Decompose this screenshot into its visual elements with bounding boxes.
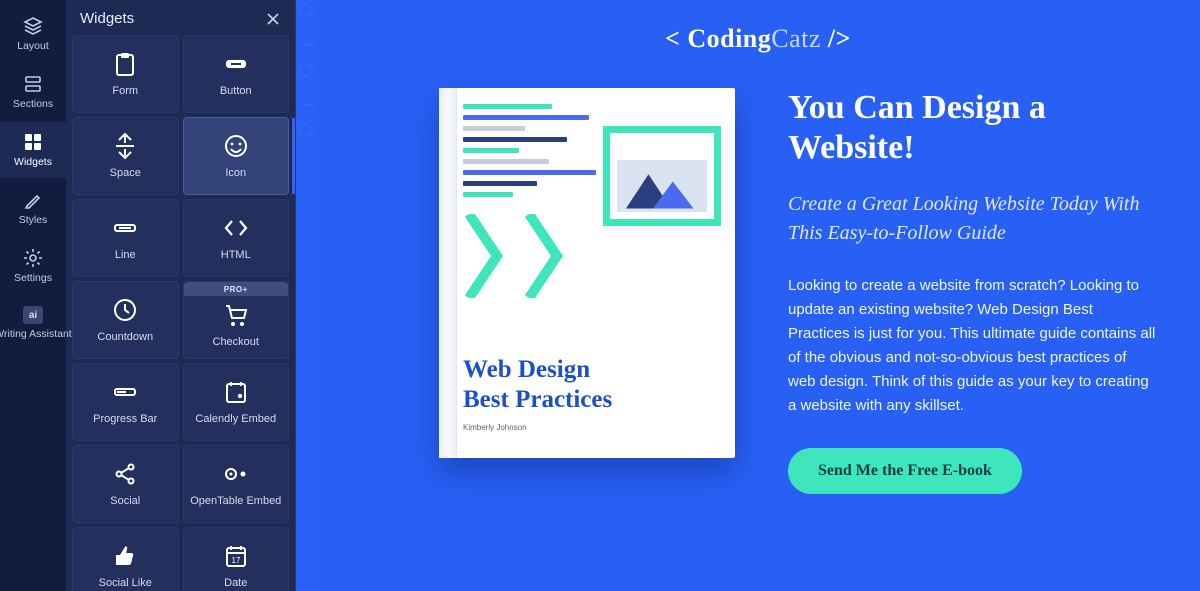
canvas[interactable]: < CodingCatz />: [296, 0, 1200, 591]
calendar-icon: [223, 543, 249, 569]
selection-indicator: [292, 118, 295, 194]
rail-label: Sections: [13, 98, 53, 110]
rail-item-widgets[interactable]: Widgets: [0, 122, 66, 178]
cta-button[interactable]: Send Me the Free E-book: [788, 448, 1022, 494]
widgets-grid: Form Button Space Icon Line: [66, 35, 295, 591]
rail-item-sections[interactable]: Sections: [0, 64, 66, 120]
widget-label: Social Like: [99, 577, 152, 589]
gear-icon: [23, 248, 43, 268]
smile-icon: [223, 133, 249, 159]
rail-item-settings[interactable]: Settings: [0, 238, 66, 294]
widget-label: Space: [110, 167, 141, 179]
widget-progress-bar[interactable]: Progress Bar: [72, 363, 179, 441]
line-icon: [112, 215, 138, 241]
pen-icon: [23, 190, 43, 210]
widget-label: Progress Bar: [93, 413, 157, 425]
widget-label: OpenTable Embed: [190, 495, 281, 507]
rail-label: Widgets: [14, 156, 52, 168]
brand-prefix: <: [665, 24, 687, 53]
headline: You Can Design a Website!: [788, 88, 1164, 168]
left-rail: Layout Sections Widgets Styles Settings …: [0, 0, 66, 591]
widget-date[interactable]: Date: [183, 527, 290, 591]
rail-label: Layout: [17, 40, 49, 52]
brand-part2: Catz: [771, 24, 821, 53]
widget-label: Countdown: [97, 331, 153, 343]
code-icon: [223, 215, 249, 241]
panel-header: Widgets: [66, 0, 295, 35]
widget-label: Calendly Embed: [195, 413, 276, 425]
ai-icon: ai: [23, 306, 43, 324]
widget-line[interactable]: Line: [72, 199, 179, 277]
book-mockup: Web DesignBest Practices Kimberly Johnso…: [439, 88, 735, 458]
body-copy: Looking to create a website from scratch…: [788, 274, 1158, 418]
sections-icon: [23, 74, 43, 94]
brand-suffix: />: [821, 24, 851, 53]
widget-countdown[interactable]: Countdown: [72, 281, 179, 359]
widget-opentable-embed[interactable]: OpenTable Embed: [183, 445, 290, 523]
clock-icon: [112, 297, 138, 323]
widget-label: Button: [220, 85, 252, 97]
button-icon: [223, 51, 249, 77]
widgets-panel: Widgets Form Button Space Icon: [66, 0, 296, 591]
book-author: Kimberly Johnson: [463, 423, 527, 432]
brand-logo: < CodingCatz />: [352, 24, 1164, 54]
widget-label: Form: [112, 85, 138, 97]
book-decor-bars: [463, 104, 611, 197]
pro-badge: PRO+: [184, 282, 289, 296]
widget-label: Date: [224, 577, 247, 589]
rail-item-styles[interactable]: Styles: [0, 180, 66, 236]
book-decor-window: [603, 126, 721, 226]
widgets-icon: [23, 132, 43, 152]
widget-space[interactable]: Space: [72, 117, 179, 195]
panel-title: Widgets: [80, 10, 134, 27]
space-icon: [112, 133, 138, 159]
widget-label: HTML: [221, 249, 251, 261]
book-column: Web DesignBest Practices Kimberly Johnso…: [432, 88, 742, 494]
book-spine: [439, 88, 457, 458]
widget-label: Line: [115, 249, 136, 261]
text-column: You Can Design a Website! Create a Great…: [788, 88, 1164, 494]
widget-calendly-embed[interactable]: Calendly Embed: [183, 363, 290, 441]
widget-checkout[interactable]: PRO+ Checkout: [183, 281, 290, 359]
rail-item-writing-assistant[interactable]: ai Writing Assistant: [0, 296, 66, 350]
rail-label: Writing Assistant: [0, 328, 72, 340]
widget-social-like[interactable]: Social Like: [72, 527, 179, 591]
widget-label: Checkout: [213, 336, 259, 348]
widget-button[interactable]: Button: [183, 35, 290, 113]
widget-label: Icon: [225, 167, 246, 179]
widget-icon[interactable]: Icon: [183, 117, 290, 195]
progress-icon: [112, 379, 138, 405]
share-icon: [112, 461, 138, 487]
widget-html[interactable]: HTML: [183, 199, 290, 277]
rail-item-layout[interactable]: Layout: [0, 6, 66, 62]
layers-icon: [23, 16, 43, 36]
widget-form[interactable]: Form: [72, 35, 179, 113]
rail-label: Settings: [14, 272, 52, 284]
book-title: Web DesignBest Practices: [463, 355, 612, 414]
opentable-icon: [223, 461, 249, 487]
book-decor-chevrons: [463, 214, 583, 298]
widget-social[interactable]: Social: [72, 445, 179, 523]
brand-part1: Coding: [687, 24, 771, 53]
calendar-dot-icon: [223, 379, 249, 405]
close-icon[interactable]: [265, 11, 281, 27]
widget-label: Social: [110, 495, 140, 507]
subheadline: Create a Great Looking Website Today Wit…: [788, 190, 1164, 248]
rail-label: Styles: [19, 214, 48, 226]
cart-icon: [223, 302, 249, 328]
thumb-up-icon: [112, 543, 138, 569]
clipboard-icon: [112, 51, 138, 77]
